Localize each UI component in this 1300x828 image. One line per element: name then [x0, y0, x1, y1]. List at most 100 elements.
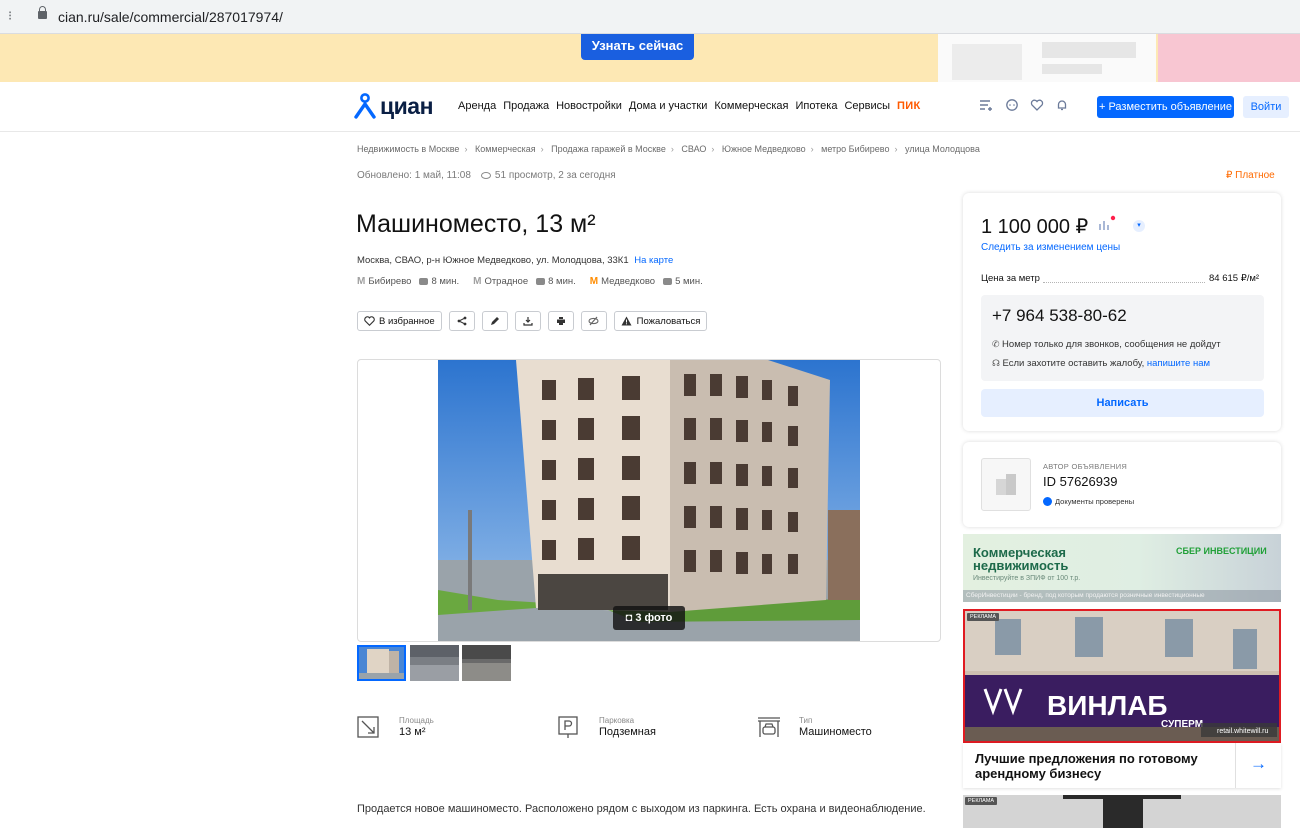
download-icon — [523, 317, 533, 326]
paid-badge[interactable]: ₽ Платное — [1226, 170, 1275, 181]
main-nav: Аренда Продажа Новостройки Дома и участк… — [458, 100, 927, 112]
photo-gallery[interactable]: ◘ 3 фото — [357, 359, 941, 642]
updated-text: Обновлено: 1 май, 11:08 — [357, 170, 471, 181]
complain-button[interactable]: Пожаловаться — [613, 311, 708, 331]
ad-caption-text: Лучшие предложения по готовому арендному… — [975, 751, 1198, 781]
nav-item-pik[interactable]: ПИК — [897, 100, 920, 112]
chevron-right-icon: › — [670, 144, 674, 154]
metro-item[interactable]: М Медведково 5 мин. — [590, 276, 703, 287]
feature-parking: Парковка Подземная — [557, 711, 656, 743]
metro-item[interactable]: М Отрадное 8 мин. — [473, 276, 576, 287]
breadcrumb-item[interactable]: Южное Медведково — [722, 144, 806, 154]
author-label: АВТОР ОБЪЯВЛЕНИЯ — [1043, 462, 1128, 471]
sber-ad-banner[interactable]: Коммерческая недвижимость Инвестируйте в… — [963, 534, 1281, 602]
download-button[interactable] — [514, 311, 541, 331]
gallery-thumbnail[interactable] — [462, 645, 511, 681]
vinlab-sub: СУПЕРМ — [1161, 719, 1203, 730]
nav-item-sale[interactable]: Продажа — [503, 100, 549, 112]
promo-banner[interactable]: Узнать сейчас — [0, 34, 1300, 82]
author-card[interactable]: АВТОР ОБЪЯВЛЕНИЯ ID 57626939 Документы п… — [963, 442, 1281, 527]
nav-item-newbuild[interactable]: Новостройки — [556, 100, 622, 112]
nav-item-mortgage[interactable]: Ипотека — [796, 100, 838, 112]
compare-icon[interactable] — [979, 98, 993, 112]
url-text[interactable]: cian.ru/sale/commercial/287017974/ — [58, 9, 283, 25]
breadcrumb-item[interactable]: Продажа гаражей в Москве — [551, 144, 666, 154]
car-icon — [419, 278, 429, 285]
nav-item-commercial[interactable]: Коммерческая — [714, 100, 788, 112]
feature-label: Тип — [799, 716, 813, 725]
views-text[interactable]: 51 просмотр, 2 за сегодня — [495, 170, 616, 181]
complain-label: Пожаловаться — [636, 315, 701, 327]
lock-icon — [38, 6, 47, 19]
price-history-icon[interactable] — [1097, 215, 1117, 231]
pencil-icon — [490, 317, 499, 325]
login-button[interactable]: Войти — [1243, 96, 1289, 118]
metro-item[interactable]: М Бибирево 8 мин. — [357, 276, 459, 287]
nav-item-rent[interactable]: Аренда — [458, 100, 496, 112]
page-title: Машиноместо, 13 м² — [356, 210, 596, 238]
listing-description: Продается новое машиноместо. Расположено… — [357, 803, 926, 815]
photo-count-badge[interactable]: ◘ 3 фото — [613, 606, 685, 630]
breadcrumb-item[interactable]: Недвижимость в Москве — [357, 144, 459, 154]
chevron-right-icon: › — [711, 144, 715, 154]
share-button[interactable] — [448, 311, 475, 331]
post-ad-button[interactable]: + Разместить объявление — [1097, 96, 1234, 118]
address-text[interactable]: Москва, СВАО, р-н Южное Медведково, ул. … — [357, 255, 629, 266]
map-link[interactable]: На карте — [634, 255, 673, 266]
metro-icon: М — [473, 276, 482, 287]
bell-icon[interactable] — [1055, 98, 1069, 112]
price-card: 1 100 000 ₽ ▾ Следить за изменением цены… — [963, 193, 1281, 431]
chat-icon[interactable] — [1005, 98, 1019, 112]
third-ad-banner[interactable]: РЕКЛАМА — [963, 795, 1281, 828]
cian-logo[interactable]: циан — [354, 91, 433, 121]
print-button[interactable] — [547, 311, 574, 331]
chevron-right-icon: › — [540, 144, 544, 154]
heart-icon[interactable] — [1030, 98, 1044, 112]
follow-price-link[interactable]: Следить за изменением цены — [981, 242, 1120, 253]
photo-count: 3 фото — [635, 612, 673, 624]
hide-button[interactable] — [580, 311, 607, 331]
breadcrumb-item[interactable]: улица Молодцова — [905, 144, 980, 154]
print-icon — [556, 317, 565, 325]
breadcrumb-item[interactable]: Коммерческая — [475, 144, 536, 154]
breadcrumb-item[interactable]: СВАО — [681, 144, 706, 154]
favorite-label: В избранное — [379, 315, 435, 327]
hide-icon — [588, 316, 599, 326]
feature-type: Тип Машиноместо — [757, 711, 872, 743]
chevron-right-icon: › — [464, 144, 468, 154]
gallery-thumbnail[interactable] — [357, 645, 406, 681]
camera-icon: ◘ — [625, 612, 636, 624]
phone-number[interactable]: +7 964 538-80-62 — [992, 306, 1127, 326]
nav-item-services[interactable]: Сервисы — [844, 100, 890, 112]
chevron-down-icon[interactable]: ▾ — [1133, 220, 1145, 232]
logo-pin-icon — [354, 93, 376, 119]
gallery-thumbnail[interactable] — [410, 645, 459, 681]
feature-label: Парковка — [599, 716, 635, 725]
promo-cta-button[interactable]: Узнать сейчас — [581, 34, 694, 60]
vinlab-photo: ВИНЛАБ СУПЕРМ retail.whitewill.ru — [965, 611, 1279, 741]
metro-icon: М — [589, 276, 599, 287]
favorite-button[interactable]: В избранное — [357, 311, 442, 331]
nav-item-houses[interactable]: Дома и участки — [629, 100, 707, 112]
phone-icon: ✆ — [992, 339, 1003, 349]
vinlab-ad-caption[interactable]: Лучшие предложения по готовому арендному… — [963, 743, 1281, 788]
edit-button[interactable] — [481, 311, 508, 331]
arrow-right-icon[interactable]: → — [1235, 743, 1281, 788]
phone-box: +7 964 538-80-62 ✆ Номер только для звон… — [981, 295, 1264, 381]
write-us-link[interactable]: напишите нам — [1147, 358, 1210, 369]
browser-address-bar[interactable]: ⁝ cian.ru/sale/commercial/287017974/ — [0, 0, 1300, 34]
metro-icon: М — [357, 276, 366, 287]
calls-only-note: ✆ Номер только для звонков, сообщения не… — [992, 339, 1221, 350]
breadcrumb-item[interactable]: метро Бибирево — [821, 144, 889, 154]
warning-icon — [621, 316, 632, 326]
share-icon — [457, 316, 467, 326]
chevron-right-icon: › — [894, 144, 898, 154]
main-photo[interactable] — [438, 360, 860, 642]
kebab-icon[interactable]: ⁝ — [8, 8, 12, 24]
vinlab-ad-banner[interactable]: ВИНЛАБ СУПЕРМ retail.whitewill.ru РЕКЛАМ… — [963, 609, 1281, 743]
author-id[interactable]: ID 57626939 — [1043, 474, 1117, 489]
dotted-divider — [1043, 282, 1205, 283]
write-button[interactable]: Написать — [981, 389, 1264, 417]
chevron-right-icon: › — [810, 144, 814, 154]
car-icon — [663, 278, 673, 285]
